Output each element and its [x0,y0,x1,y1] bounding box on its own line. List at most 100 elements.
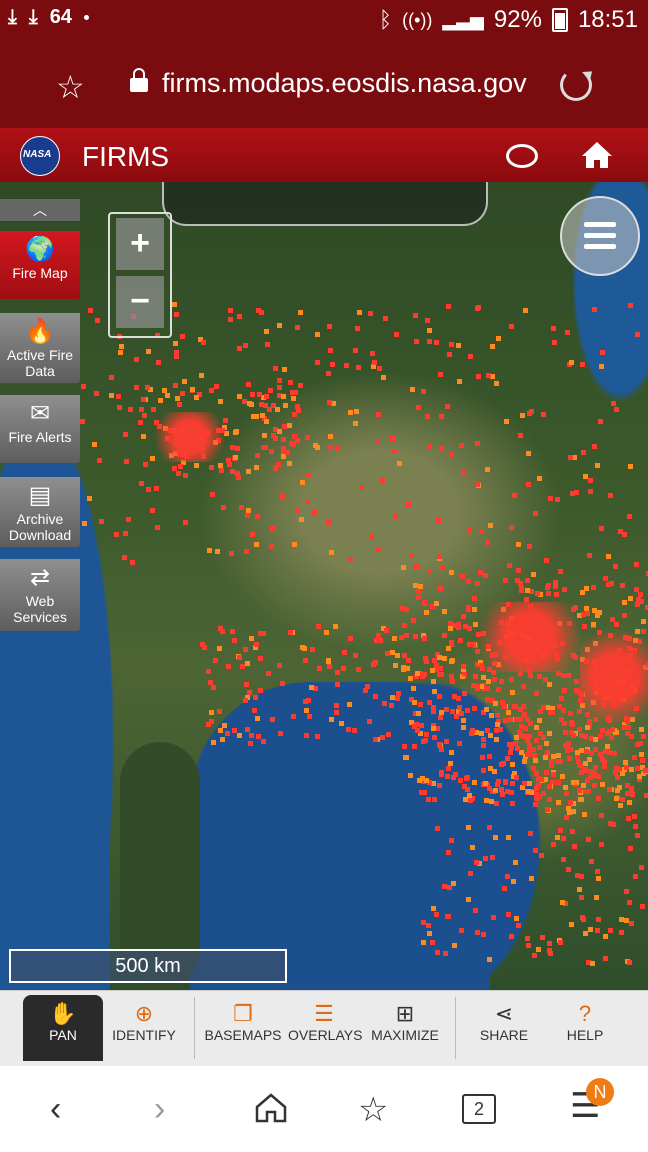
share-tool[interactable]: ⋖ SHARE [472,995,536,1061]
fire-point [544,557,550,563]
collapse-button[interactable]: ︿ [0,199,80,221]
sidebar-item-fire-map[interactable]: 🌍 Fire Map [0,231,80,299]
reload-icon[interactable] [560,69,592,101]
fire-point [358,484,364,490]
fire-point [218,467,224,473]
menu-button[interactable] [560,196,640,276]
fire-point [108,393,114,399]
tabs-button[interactable]: 2 [462,1094,496,1124]
fire-point [250,392,256,398]
fire-point [244,661,250,667]
fire-point [423,738,429,744]
fire-point [381,701,387,707]
fire-point [623,917,629,923]
fire-point [265,670,271,676]
fire-point [406,658,412,664]
battery-icon [551,8,568,32]
signal-icon: ▂▃▅ [442,9,484,30]
fire-point [627,513,633,519]
fire-point [635,765,641,771]
fire-point [475,929,481,935]
zoom-out-button[interactable]: − [116,276,164,328]
help-tool[interactable]: ? HELP [556,995,614,1061]
fire-point [426,339,432,345]
fire-point [507,716,513,722]
fire-point [568,746,574,752]
chat-icon[interactable] [506,144,538,168]
fire-point [396,690,402,696]
basemaps-tool[interactable]: ❐ BASEMAPS [204,995,282,1061]
fire-point [214,548,220,554]
sidebar-item-active-fire-data[interactable]: 🔥 Active Fire Data [0,313,80,383]
fire-point [434,340,440,346]
fire-map[interactable]: + − 500 km [0,182,648,990]
fire-point [508,323,514,329]
fire-point [581,782,587,788]
fire-point [438,586,444,592]
bookmark-star-icon[interactable]: ☆ [56,68,85,106]
fire-point [626,816,632,822]
fire-point [227,461,233,467]
sidebar-item-archive-download[interactable]: ▤ Archive Download [0,477,80,547]
fire-point [479,528,485,534]
overlays-tool[interactable]: ☰ OVERLAYS [288,995,362,1061]
status-bar: ⤓ ⤓ 64 ᛒ ((•)) ▂▃▅ 92% 18:51 [0,0,648,44]
fire-point [115,394,121,400]
forward-icon[interactable]: › [154,1090,165,1129]
sidebar-item-fire-alerts[interactable]: ✉ Fire Alerts [0,395,80,463]
fire-point [334,669,340,675]
fire-point [119,343,125,349]
fire-point [246,468,252,474]
fire-point [422,789,428,795]
fire-point [495,687,501,693]
fire-point [493,736,499,742]
fire-point [303,658,309,664]
maximize-tool[interactable]: ⊞ MAXIMIZE [368,995,442,1061]
fire-point [568,922,574,928]
fire-point [415,594,421,600]
home-icon[interactable] [580,140,614,170]
pan-tool[interactable]: ✋ PAN [23,995,103,1061]
nasa-logo[interactable]: NASA [20,136,60,176]
back-icon[interactable]: ‹ [50,1090,61,1129]
fire-point [634,587,640,593]
bluetooth-icon: ᛒ [378,7,393,32]
fire-point [316,665,322,671]
home-icon[interactable] [254,1092,288,1124]
fire-point [525,577,531,583]
fire-point [526,780,532,786]
sidebar-item-web-services[interactable]: ⇄ Web Services [0,559,80,631]
fire-point [224,731,230,737]
fire-point [244,681,250,687]
crosshair-icon: ⊕ [134,1001,154,1026]
fire-point [604,743,610,749]
identify-tool[interactable]: ⊕ IDENTIFY [108,995,180,1061]
url-bar[interactable]: ☆ firms.modaps.eosdis.nasa.gov [0,52,648,122]
fire-point [411,744,417,750]
fire-point [481,742,487,748]
clock: 18:51 [577,6,638,33]
fire-point [596,876,602,882]
fire-point [201,339,207,345]
fire-point [509,677,515,683]
fire-point [560,899,566,905]
fire-point [391,635,397,641]
fire-point [261,739,267,745]
fire-point [288,629,294,635]
fire-point [492,769,498,775]
fire-point [409,552,415,558]
fire-point [518,586,524,592]
fire-point [536,782,542,788]
zoom-in-button[interactable]: + [116,218,164,270]
fire-point [556,703,562,709]
info-panel[interactable] [162,182,488,226]
url-text[interactable]: firms.modaps.eosdis.nasa.gov [162,68,527,99]
bookmarks-icon[interactable]: ☆ [358,1090,388,1130]
fire-point [471,682,477,688]
fire-point [473,673,479,679]
fire-point [150,406,156,412]
fire-point [614,796,620,802]
fire-point [542,755,548,761]
fire-point [494,381,500,387]
fire-point [574,749,580,755]
